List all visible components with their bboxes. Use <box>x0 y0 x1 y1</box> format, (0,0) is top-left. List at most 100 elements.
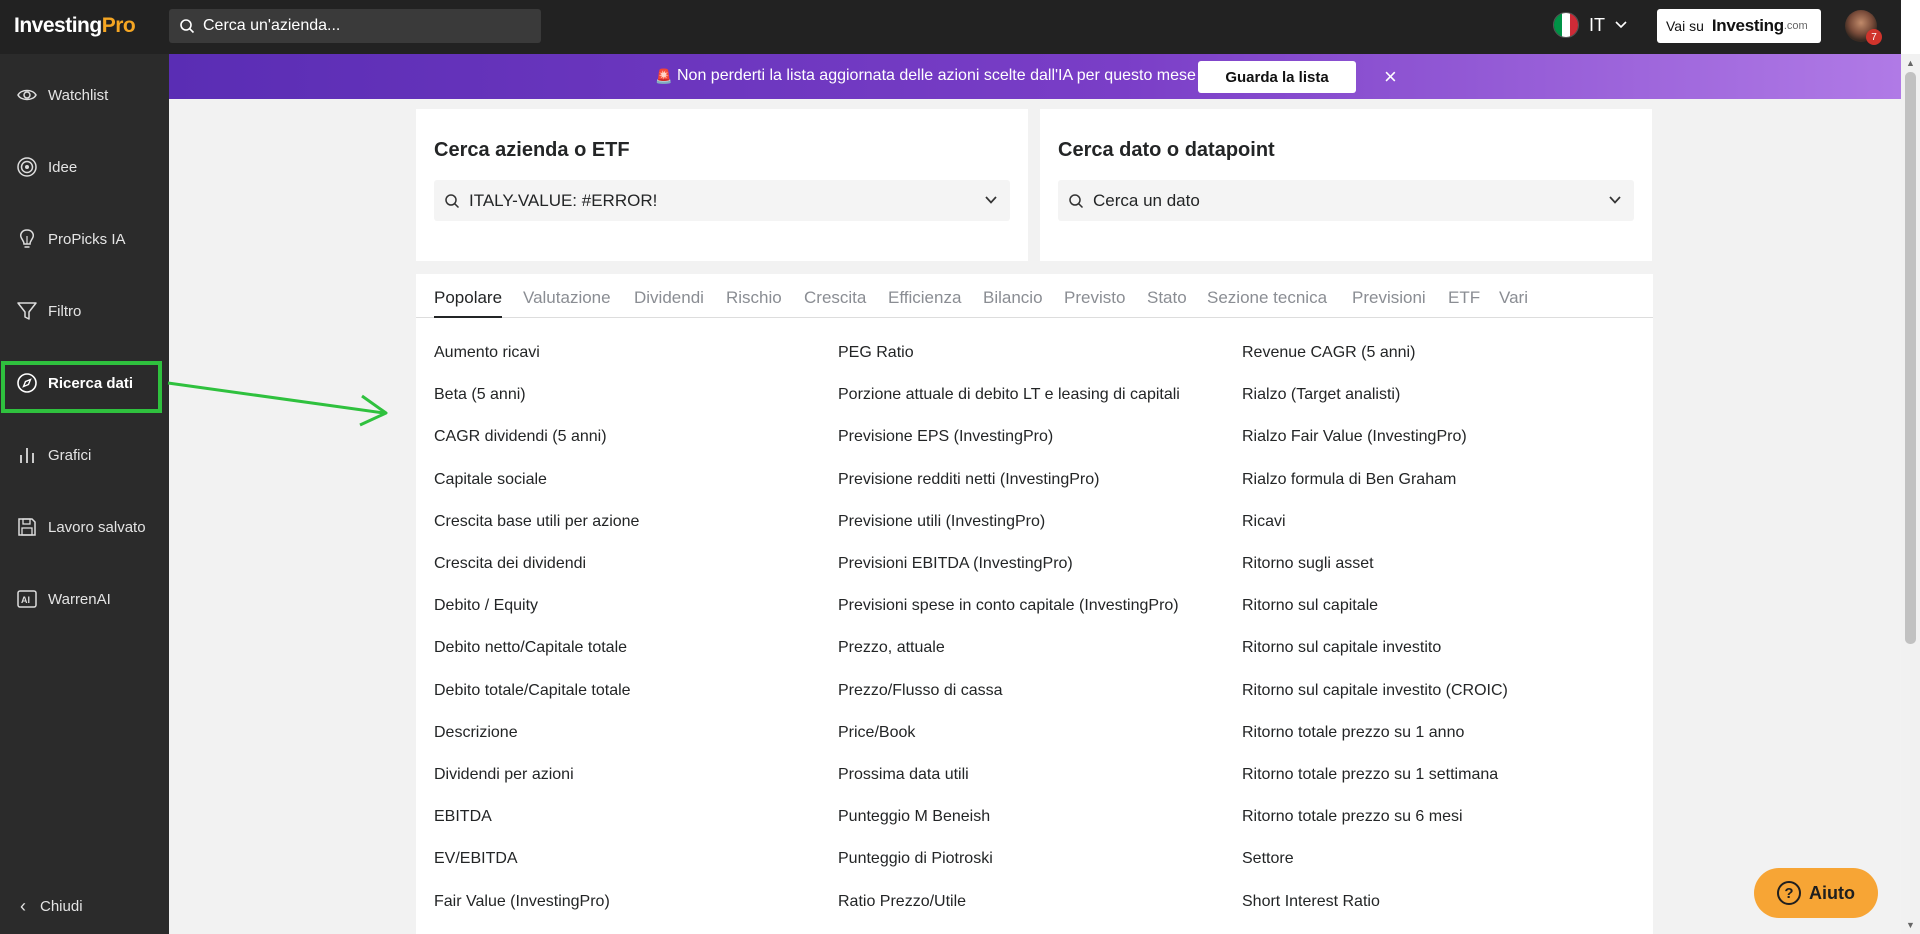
datapoint-item[interactable]: Debito netto/Capitale totale <box>434 639 627 657</box>
scroll-up-arrow-icon[interactable]: ▲ <box>1906 58 1915 68</box>
tab-efficienza[interactable]: Efficienza <box>888 288 961 308</box>
datapoint-item[interactable]: Rialzo (Target analisti) <box>1242 386 1400 404</box>
datapoint-item[interactable]: Price/Book <box>838 724 915 742</box>
datapoint-item[interactable]: Crescita base utili per azione <box>434 513 639 531</box>
datapoint-item[interactable]: Ritorno sugli asset <box>1242 555 1374 573</box>
datapoint-item[interactable]: Rialzo Fair Value (InvestingPro) <box>1242 428 1467 446</box>
tab-rischio[interactable]: Rischio <box>726 288 782 308</box>
datapoint-item[interactable]: Previsione EPS (InvestingPro) <box>838 428 1053 446</box>
help-button[interactable]: ? Aiuto <box>1754 868 1878 918</box>
datapoint-item[interactable]: Fair Value (InvestingPro) <box>434 893 610 911</box>
datapoint-item[interactable]: Prezzo, attuale <box>838 639 945 657</box>
scrollbar[interactable]: ▲ ▼ <box>1901 54 1920 934</box>
tab-valutazione[interactable]: Valutazione <box>523 288 611 308</box>
datapoint-item[interactable]: Aumento ricavi <box>434 344 540 362</box>
datapoint-item[interactable]: Prossima data utili <box>838 766 969 784</box>
language-selector[interactable]: IT <box>1553 12 1627 38</box>
tab-etf[interactable]: ETF <box>1448 288 1480 308</box>
datapoint-item[interactable]: Beta (5 anni) <box>434 386 526 404</box>
go-to-investing-button[interactable]: Vai su Investing .com <box>1657 9 1821 43</box>
scroll-down-arrow-icon[interactable]: ▼ <box>1906 920 1915 930</box>
datapoint-item[interactable]: Ricavi <box>1242 513 1286 531</box>
sidebar-item-filtro[interactable]: Filtro <box>0 289 169 333</box>
datapoint-item[interactable]: Ritorno totale prezzo su 1 anno <box>1242 724 1464 742</box>
datapoint-item[interactable]: Punteggio di Piotroski <box>838 850 993 868</box>
chevron-down-icon <box>1615 21 1627 29</box>
view-list-button[interactable]: Guarda la lista <box>1198 61 1356 93</box>
search-input[interactable]: Cerca un'azienda... <box>169 9 541 43</box>
sidebar-item-label: Filtro <box>48 302 82 320</box>
avatar[interactable]: 7 <box>1845 10 1882 45</box>
sidebar-item-lavoro-salvato[interactable]: Lavoro salvato <box>0 505 169 549</box>
svg-text:AI: AI <box>21 595 30 605</box>
datapoint-item[interactable]: Ritorno sul capitale investito (CROIC) <box>1242 682 1508 700</box>
filter-icon <box>17 302 37 320</box>
datapoint-list: Aumento ricavi Beta (5 anni) CAGR dividend… <box>416 318 1653 934</box>
company-search-select[interactable]: ITALY-VALUE: #ERROR! <box>434 180 1010 221</box>
datapoint-item[interactable]: Debito totale/Capitale totale <box>434 682 631 700</box>
datapoint-item[interactable]: Ritorno sul capitale investito <box>1242 639 1441 657</box>
sidebar-item-label: Watchlist <box>48 86 109 104</box>
datapoint-item[interactable]: CAGR dividendi (5 anni) <box>434 428 607 446</box>
tab-sezione-tecnica[interactable]: Sezione tecnica <box>1207 288 1327 308</box>
tab-vari[interactable]: Vari <box>1499 288 1528 308</box>
datapoint-item[interactable]: Rialzo formula di Ben Graham <box>1242 471 1456 489</box>
sidebar-item-label: Grafici <box>48 446 92 464</box>
sidebar-item-warrenai[interactable]: AI WarrenAI <box>0 577 169 621</box>
collapse-label: Chiudi <box>40 898 83 915</box>
sidebar-item-grafici[interactable]: Grafici <box>0 433 169 477</box>
sidebar-item-propicks[interactable]: ProPicks IA <box>0 217 169 261</box>
datapoint-item[interactable]: Punteggio M Beneish <box>838 808 990 826</box>
chevron-down-icon <box>1609 196 1621 204</box>
logo[interactable]: InvestingPro <box>14 14 136 38</box>
datapoint-item[interactable]: Previsione utili (InvestingPro) <box>838 513 1045 531</box>
datapoint-item[interactable]: Crescita dei dividendi <box>434 555 586 573</box>
sidebar-item-watchlist[interactable]: Watchlist <box>0 73 169 117</box>
company-search-card: Cerca azienda o ETF ITALY-VALUE: #ERROR! <box>416 109 1028 261</box>
datapoint-search-title: Cerca dato o datapoint <box>1058 139 1275 161</box>
datapoint-item[interactable]: Prezzo/Flusso di cassa <box>838 682 1003 700</box>
investing-brand: Investing <box>1711 16 1784 35</box>
datapoint-item[interactable]: Ritorno totale prezzo su 6 mesi <box>1242 808 1463 826</box>
logo-main: Investing <box>14 14 102 37</box>
datapoint-item[interactable]: EBITDA <box>434 808 492 826</box>
datapoint-item[interactable]: Settore <box>1242 850 1294 868</box>
scrollbar-thumb[interactable] <box>1905 72 1916 644</box>
datapoint-item[interactable]: Previsione redditi netti (InvestingPro) <box>838 471 1099 489</box>
sidebar-item-idee[interactable]: Idee <box>0 145 169 189</box>
tab-previsto[interactable]: Previsto <box>1064 288 1125 308</box>
datapoint-item[interactable]: PEG Ratio <box>838 344 914 362</box>
sidebar-item-label: Lavoro salvato <box>48 518 146 536</box>
collapse-sidebar-button[interactable]: ‹ Chiudi <box>20 896 83 917</box>
datapoint-item[interactable]: Descrizione <box>434 724 518 742</box>
datapoint-item[interactable]: Previsioni EBITDA (InvestingPro) <box>838 555 1073 573</box>
datapoint-search-select[interactable]: Cerca un dato <box>1058 180 1634 221</box>
datapoint-item[interactable]: Debito / Equity <box>434 597 538 615</box>
investing-domain: .com <box>1783 20 1808 32</box>
tab-popolare[interactable]: Popolare <box>434 288 503 318</box>
datapoint-item[interactable]: Short Interest Ratio <box>1242 893 1380 911</box>
datapoint-item[interactable]: EV/EBITDA <box>434 850 518 868</box>
tab-stato[interactable]: Stato <box>1147 288 1187 308</box>
datapoint-search-card: Cerca dato o datapoint Cerca un dato <box>1040 109 1652 261</box>
datapoint-item[interactable]: Dividendi per azioni <box>434 766 574 784</box>
category-tabs: Popolare Valutazione Dividendi Rischio C… <box>416 274 1653 318</box>
datapoint-item[interactable]: Ratio Prezzo/Utile <box>838 893 966 911</box>
tab-previsioni[interactable]: Previsioni <box>1352 288 1426 308</box>
datapoint-item[interactable]: Ritorno sul capitale <box>1242 597 1378 615</box>
viewport: InvestingPro Cerca un'azienda... IT Vai … <box>0 0 1920 934</box>
datapoint-item[interactable]: Previsioni spese in conto capitale (Inve… <box>838 597 1179 615</box>
tab-dividendi[interactable]: Dividendi <box>634 288 704 308</box>
datapoint-item[interactable]: Capitale sociale <box>434 471 547 489</box>
tab-bilancio[interactable]: Bilancio <box>983 288 1043 308</box>
tab-crescita[interactable]: Crescita <box>804 288 866 308</box>
datapoint-item[interactable]: Porzione attuale di debito LT e leasing … <box>838 386 1180 404</box>
datapoint-item[interactable]: Ritorno totale prezzo su 1 settimana <box>1242 766 1498 784</box>
sidebar: Watchlist Idee ProPicks IA Filtro Ricerc… <box>0 54 169 934</box>
eye-icon <box>17 89 37 101</box>
target-icon <box>17 157 37 177</box>
close-icon[interactable]: × <box>1384 64 1397 90</box>
green-arrow-annotation <box>167 381 388 427</box>
datapoint-item[interactable]: Revenue CAGR (5 anni) <box>1242 344 1415 362</box>
company-search-title: Cerca azienda o ETF <box>434 139 630 161</box>
